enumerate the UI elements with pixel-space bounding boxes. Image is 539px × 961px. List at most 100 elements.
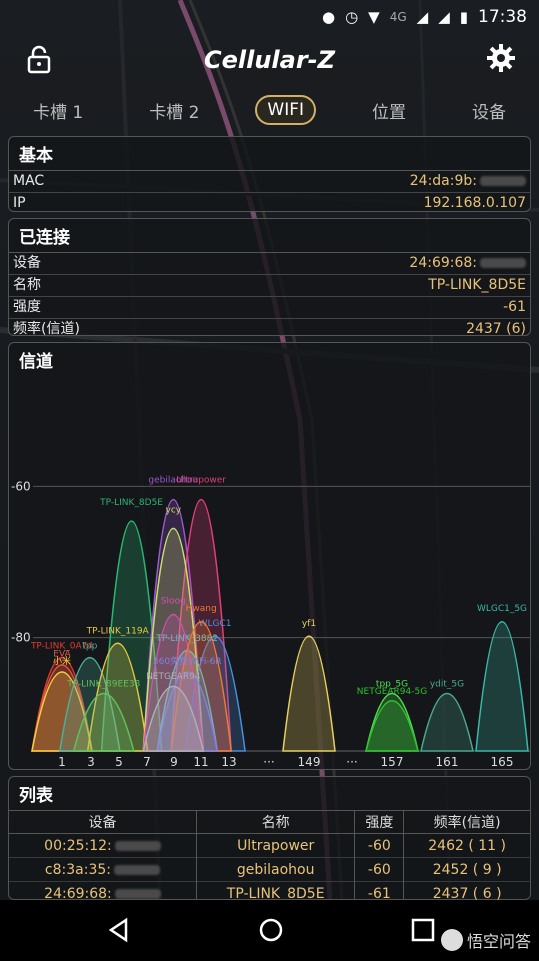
connected-row-freq: 频率(信道) 2437 (6): [9, 319, 530, 340]
series-label: NETGEAR94-5G: [357, 687, 427, 697]
basic-title: 基本: [9, 137, 530, 171]
connected-title: 已连接: [9, 219, 530, 253]
lock-icon[interactable]: [24, 44, 54, 74]
col-device: 设备: [9, 811, 197, 834]
tab-wifi[interactable]: WIFI: [255, 95, 317, 125]
row-freq: 2462 ( 11 ): [403, 833, 530, 858]
app-bar: Cellular-Z: [0, 36, 539, 84]
connected-row-name: 名称 TP-LINK_8D5E: [9, 275, 530, 297]
series-label: ydit_5G: [430, 680, 464, 690]
device-value: 24:69:68:: [409, 255, 477, 271]
ip-label: IP: [13, 195, 26, 211]
series-label: Ultrapower: [176, 475, 226, 485]
series-label: Sloog: [161, 596, 186, 606]
list-table: 设备 名称 强度 频率(信道) 00:25:12: Ultrapower -60…: [9, 811, 530, 905]
x-tick-label: 161: [436, 755, 459, 769]
col-strength: 强度: [354, 811, 404, 834]
series-label: TP-LINK_89EE38: [66, 680, 140, 690]
watermark-text: 悟空问答: [466, 932, 531, 951]
location-icon: ●: [321, 8, 336, 26]
basic-panel: 基本 MAC 24:da:9b: IP 192.168.0.107: [8, 136, 531, 212]
row-name: gebilaohou: [195, 857, 355, 882]
alarm-icon: ◷: [345, 8, 359, 26]
series-label: ycy: [166, 506, 182, 516]
name-label: 名称: [13, 277, 41, 293]
series-label: 360免费WiFi-6R: [153, 655, 222, 667]
col-freq: 频率(信道): [403, 811, 530, 834]
row-strength: -60: [354, 857, 404, 882]
network-type: 4G: [389, 10, 407, 24]
list-title: 列表: [9, 777, 530, 811]
series-label: TP-LINK_119A: [86, 627, 150, 637]
series-label: TP-LINK_8D5E: [99, 498, 163, 508]
series-curve: [475, 620, 529, 752]
y-tick-label: -80: [11, 631, 31, 645]
basic-row-mac: MAC 24:da:9b:: [9, 171, 530, 193]
y-tick-label: -60: [11, 479, 31, 493]
freq-value: 2437 (6): [466, 321, 526, 337]
signal-icon-2: ◢: [438, 8, 450, 26]
row-name: Ultrapower: [195, 833, 355, 858]
x-tick-label: 7: [143, 755, 151, 769]
series-curve: [420, 692, 474, 752]
watermark: 悟空问答: [440, 928, 531, 952]
mac-value: 24:da:9b:: [409, 173, 477, 189]
tab-location[interactable]: 位置: [362, 94, 416, 127]
wifi-icon: ▼: [368, 8, 380, 26]
ip-value: 192.168.0.107: [423, 195, 526, 211]
back-icon[interactable]: [106, 917, 132, 947]
tab-slot-2[interactable]: 卡槽 2: [139, 94, 209, 127]
clock: 17:38: [478, 7, 527, 27]
home-icon[interactable]: [258, 917, 284, 947]
table-row[interactable]: 00:25:12: Ultrapower -60 2462 ( 11 ): [9, 833, 530, 858]
x-tick-label: 3: [87, 755, 95, 769]
device-label: 设备: [13, 255, 41, 271]
row-device: 00:25:12:: [44, 837, 112, 854]
series-curve: [282, 635, 336, 752]
series-label: WLGC1_5G: [477, 604, 527, 614]
series-label: tpp: [82, 642, 97, 652]
x-tick-label: 149: [298, 755, 321, 769]
row-freq: 2452 ( 9 ): [403, 857, 530, 882]
basic-row-ip: IP 192.168.0.107: [9, 193, 530, 214]
tab-device[interactable]: 设备: [462, 94, 516, 127]
x-tick-label: 11: [193, 755, 208, 769]
row-strength: -60: [354, 833, 404, 858]
strength-label: 强度: [13, 299, 41, 315]
tab-bar: 卡槽 1 卡槽 2 WIFI 位置 设备: [0, 92, 539, 128]
name-value: TP-LINK_8D5E: [428, 277, 526, 293]
x-tick-label: ···: [346, 755, 357, 769]
series-label: 小米: [53, 655, 71, 667]
tab-slot-1[interactable]: 卡槽 1: [23, 94, 93, 127]
connected-row-strength: 强度 -61: [9, 297, 530, 319]
strength-value: -61: [503, 299, 526, 315]
watermark-logo-icon: [440, 929, 463, 951]
table-row[interactable]: c8:3a:35: gebilaohou -60 2452 ( 9 ): [9, 857, 530, 882]
series-label: Hwang: [186, 604, 217, 614]
recents-icon[interactable]: [410, 917, 436, 947]
connected-panel: 已连接 设备 24:69:68: 名称 TP-LINK_8D5E 强度 -61 …: [8, 218, 531, 337]
mac-label: MAC: [13, 173, 45, 189]
gear-icon[interactable]: [485, 42, 517, 74]
app-title: Cellular-Z: [203, 46, 336, 74]
row-device: c8:3a:35:: [44, 861, 111, 878]
series-curve: [365, 700, 419, 752]
x-tick-label: 157: [381, 755, 404, 769]
series-label: NETGEAR94: [146, 672, 201, 682]
connected-row-device: 设备 24:69:68:: [9, 253, 530, 275]
x-tick-label: 13: [221, 755, 236, 769]
channel-panel: 信道 -60 -80 TP-LINK_8D5E gebilaohou Ultrapowe…: [8, 342, 531, 770]
signal-icon: ◢: [416, 8, 429, 26]
freq-label: 频率(信道): [13, 321, 80, 337]
x-tick-label: 1: [58, 755, 66, 769]
list-panel: 列表 设备 名称 强度 频率(信道) 00:25:12: Ultrapower …: [8, 776, 531, 905]
x-tick-label: ···: [263, 755, 274, 769]
x-tick-label: 5: [115, 755, 123, 769]
channel-title: 信道: [19, 352, 53, 372]
x-tick-label: 165: [491, 755, 514, 769]
battery-icon: ▮: [459, 8, 468, 26]
x-tick-label: 9: [170, 755, 178, 769]
series-label: yf1: [302, 619, 316, 629]
channel-chart: -60-80TP-LINK_8D5EgebilaohouUltrapoweryc…: [11, 475, 530, 769]
col-name: 名称: [195, 811, 355, 834]
